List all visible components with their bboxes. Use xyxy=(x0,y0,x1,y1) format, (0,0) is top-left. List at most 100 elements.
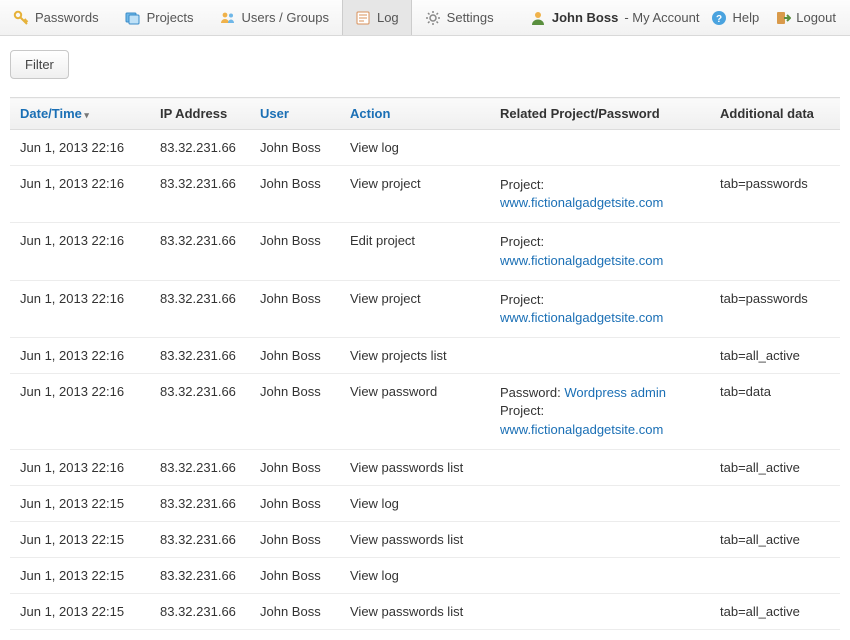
table-row: Jun 1, 2013 22:1683.32.231.66John BossVi… xyxy=(10,374,840,450)
cell-action: View password xyxy=(340,374,490,450)
cell-additional: tab=passwords xyxy=(710,280,840,337)
svg-text:?: ? xyxy=(716,14,722,25)
cell-ip: 83.32.231.66 xyxy=(150,130,250,166)
col-related[interactable]: Related Project/Password xyxy=(490,98,710,130)
toolbar: Filter xyxy=(0,36,850,97)
nav-settings[interactable]: Settings xyxy=(412,0,507,35)
related-label: Password: xyxy=(500,385,564,400)
cell-action: View log xyxy=(340,485,490,521)
nav-logout[interactable]: Logout xyxy=(771,10,840,26)
gear-icon xyxy=(425,10,441,26)
related-line: Project: www.fictionalgadgetsite.com xyxy=(500,233,700,269)
cell-user: John Boss xyxy=(250,557,340,593)
nav-label: Users / Groups xyxy=(242,10,329,25)
cell-ip: 83.32.231.66 xyxy=(150,593,250,629)
cell-action: View projects list xyxy=(340,338,490,374)
account-user-name: John Boss xyxy=(552,10,618,25)
cell-ip: 83.32.231.66 xyxy=(150,449,250,485)
cell-action: View log xyxy=(340,130,490,166)
cell-ip: 83.32.231.66 xyxy=(150,166,250,223)
cell-datetime: Jun 1, 2013 22:15 xyxy=(10,521,150,557)
cell-action: View passwords list xyxy=(340,449,490,485)
related-line: Project: www.fictionalgadgetsite.com xyxy=(500,402,700,438)
related-label: Project: xyxy=(500,177,544,192)
cell-datetime: Jun 1, 2013 22:16 xyxy=(10,166,150,223)
table-row: Jun 1, 2013 22:1583.32.231.66John BossVi… xyxy=(10,521,840,557)
nav-account[interactable]: John Boss - My Account xyxy=(530,10,700,26)
help-icon: ? xyxy=(711,10,727,26)
cell-action: View passwords list xyxy=(340,593,490,629)
nav-left: Passwords Projects Users / Groups Log Se… xyxy=(0,0,507,35)
log-table-wrap: Date/Time IP Address User Action Related… xyxy=(0,97,850,640)
nav-label: Projects xyxy=(147,10,194,25)
related-line: Project: www.fictionalgadgetsite.com xyxy=(500,176,700,212)
cell-ip: 83.32.231.66 xyxy=(150,557,250,593)
cell-user: John Boss xyxy=(250,374,340,450)
related-label: Project: xyxy=(500,292,544,307)
related-line: Password: Wordpress admin xyxy=(500,384,700,402)
cell-datetime: Jun 1, 2013 22:16 xyxy=(10,223,150,280)
top-nav: Passwords Projects Users / Groups Log Se… xyxy=(0,0,850,36)
related-project-link[interactable]: www.fictionalgadgetsite.com xyxy=(500,422,663,437)
table-row: Jun 1, 2013 22:1583.32.231.66John BossVi… xyxy=(10,593,840,629)
cell-user: John Boss xyxy=(250,449,340,485)
cell-related xyxy=(490,130,710,166)
cell-ip: 83.32.231.66 xyxy=(150,374,250,450)
related-project-link[interactable]: www.fictionalgadgetsite.com xyxy=(500,195,663,210)
cell-additional: tab=data xyxy=(710,374,840,450)
cell-user: John Boss xyxy=(250,593,340,629)
col-action[interactable]: Action xyxy=(340,98,490,130)
col-user[interactable]: User xyxy=(250,98,340,130)
cell-action: View project xyxy=(340,166,490,223)
cell-additional: tab=all_active xyxy=(710,521,840,557)
log-icon xyxy=(355,10,371,26)
cell-ip: 83.32.231.66 xyxy=(150,521,250,557)
related-label: Project: xyxy=(500,403,544,418)
cell-related xyxy=(490,557,710,593)
cell-datetime: Jun 1, 2013 22:16 xyxy=(10,449,150,485)
cell-related xyxy=(490,485,710,521)
related-line: Project: www.fictionalgadgetsite.com xyxy=(500,291,700,327)
cell-user: John Boss xyxy=(250,485,340,521)
related-project-link[interactable]: www.fictionalgadgetsite.com xyxy=(500,310,663,325)
logout-icon xyxy=(775,10,791,26)
cell-related: Password: Wordpress adminProject: www.fi… xyxy=(490,374,710,450)
cell-user: John Boss xyxy=(250,521,340,557)
col-ip[interactable]: IP Address xyxy=(150,98,250,130)
col-datetime[interactable]: Date/Time xyxy=(10,98,150,130)
table-row: Jun 1, 2013 22:1683.32.231.66John BossVi… xyxy=(10,449,840,485)
nav-passwords[interactable]: Passwords xyxy=(0,0,112,35)
nav-label: Settings xyxy=(447,10,494,25)
cell-user: John Boss xyxy=(250,223,340,280)
cell-ip: 83.32.231.66 xyxy=(150,485,250,521)
nav-projects[interactable]: Projects xyxy=(112,0,207,35)
cell-related xyxy=(490,449,710,485)
cell-datetime: Jun 1, 2013 22:16 xyxy=(10,280,150,337)
cell-ip: 83.32.231.66 xyxy=(150,338,250,374)
cell-additional: tab=all_active xyxy=(710,338,840,374)
cell-additional xyxy=(710,130,840,166)
folder-icon xyxy=(125,10,141,26)
cell-ip: 83.32.231.66 xyxy=(150,280,250,337)
related-password-link[interactable]: Wordpress admin xyxy=(564,385,666,400)
related-project-link[interactable]: www.fictionalgadgetsite.com xyxy=(500,253,663,268)
cell-related xyxy=(490,338,710,374)
nav-help[interactable]: ? Help xyxy=(707,10,763,26)
nav-label: Log xyxy=(377,10,399,25)
related-label: Project: xyxy=(500,234,544,249)
key-icon xyxy=(13,10,29,26)
cell-user: John Boss xyxy=(250,338,340,374)
cell-datetime: Jun 1, 2013 22:16 xyxy=(10,374,150,450)
cell-datetime: Jun 1, 2013 22:15 xyxy=(10,593,150,629)
table-row: Jun 1, 2013 22:1683.32.231.66John BossVi… xyxy=(10,166,840,223)
cell-user: John Boss xyxy=(250,280,340,337)
nav-label: Passwords xyxy=(35,10,99,25)
cell-action: Edit project xyxy=(340,223,490,280)
nav-log[interactable]: Log xyxy=(342,0,412,35)
col-additional[interactable]: Additional data xyxy=(710,98,840,130)
cell-user: John Boss xyxy=(250,166,340,223)
filter-button[interactable]: Filter xyxy=(10,50,69,79)
cell-related: Project: www.fictionalgadgetsite.com xyxy=(490,166,710,223)
nav-users[interactable]: Users / Groups xyxy=(207,0,342,35)
log-table: Date/Time IP Address User Action Related… xyxy=(10,97,840,630)
